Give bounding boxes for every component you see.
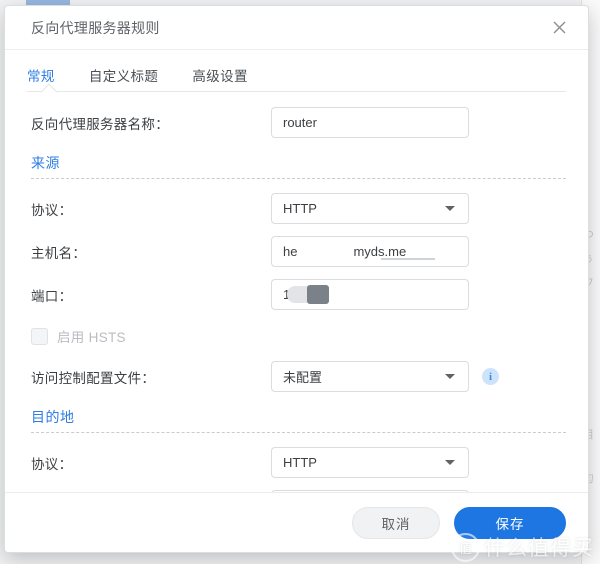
cancel-button[interactable]: 取消 <box>352 506 440 539</box>
dialog-body: 反向代理服务器名称： router 来源 协议： HTTP 主机名： he my… <box>5 92 588 492</box>
row-access-control: 访问控制配置文件： 未配置 i <box>31 360 566 393</box>
source-port-field-wrap: 1 0 <box>271 279 469 310</box>
row-source-protocol: 协议： HTTP <box>31 192 566 225</box>
source-section-header: 来源 <box>31 153 566 179</box>
rule-name-field-wrap: router <box>271 107 469 138</box>
destination-section-header: 目的地 <box>31 407 566 433</box>
row-hsts: 启用 HSTS <box>31 321 566 351</box>
hsts-label: 启用 HSTS <box>57 330 126 345</box>
tab-underline <box>27 91 566 92</box>
reverse-proxy-rule-dialog: 反向代理服务器规则 常规 自定义标题 高级设置 反向代理服务器名称： route… <box>4 5 589 553</box>
source-port-label: 端口： <box>31 288 73 304</box>
source-protocol-value: HTTP <box>283 201 317 216</box>
access-control-value: 未配置 <box>283 370 323 385</box>
rule-name-label: 反向代理服务器名称： <box>31 116 169 132</box>
chevron-down-icon <box>445 206 455 211</box>
source-section-title: 来源 <box>31 155 60 171</box>
source-protocol-field-wrap: HTTP <box>271 193 469 224</box>
dialog-title: 反向代理服务器规则 <box>31 19 160 36</box>
source-protocol-select[interactable]: HTTP <box>271 193 469 224</box>
chevron-down-icon <box>445 460 455 465</box>
source-hostname-suffix: myds.me <box>353 244 407 259</box>
tab-custom-header[interactable]: 自定义标题 <box>89 65 159 92</box>
close-icon <box>553 21 565 34</box>
destination-hostname-input[interactable]: 192 .1 <box>271 490 469 492</box>
save-button[interactable]: 保存 <box>454 506 566 539</box>
row-source-port: 端口： 1 0 <box>31 278 566 311</box>
destination-protocol-field-wrap: HTTP <box>271 447 469 478</box>
rule-name-input[interactable]: router <box>271 107 469 138</box>
dialog-footer: 取消 保存 <box>5 492 588 552</box>
destination-section-title: 目的地 <box>31 409 75 425</box>
row-destination-protocol: 协议： HTTP <box>31 446 566 479</box>
source-hostname-prefix: he <box>283 244 298 259</box>
source-hostname-input[interactable]: he myds.me <box>271 236 469 267</box>
tab-bar: 常规 自定义标题 高级设置 <box>5 50 588 101</box>
chevron-down-icon <box>445 374 455 379</box>
source-port-redaction-dark <box>307 285 329 304</box>
access-control-field-wrap: 未配置 i <box>271 361 499 392</box>
close-button[interactable] <box>544 13 574 43</box>
source-hostname-redaction <box>381 258 435 260</box>
source-section-divider <box>31 178 566 179</box>
info-icon[interactable]: i <box>482 368 499 385</box>
dialog-titlebar: 反向代理服务器规则 <box>5 6 588 50</box>
destination-section-divider <box>31 432 566 433</box>
destination-protocol-select[interactable]: HTTP <box>271 447 469 478</box>
tab-advanced[interactable]: 高级设置 <box>192 65 248 92</box>
source-protocol-label: 协议： <box>31 202 73 218</box>
source-hostname-label: 主机名： <box>31 245 87 261</box>
destination-protocol-value: HTTP <box>283 455 317 470</box>
row-source-hostname: 主机名： he myds.me <box>31 235 566 268</box>
destination-protocol-label: 协议： <box>31 456 73 472</box>
access-control-label: 访问控制配置文件： <box>31 370 156 386</box>
destination-hostname-field-wrap: 192 .1 <box>271 490 469 492</box>
access-control-select[interactable]: 未配置 <box>271 361 469 392</box>
row-rule-name: 反向代理服务器名称： router <box>31 106 566 139</box>
source-hostname-field-wrap: he myds.me <box>271 236 469 267</box>
hsts-checkbox[interactable] <box>31 327 48 345</box>
